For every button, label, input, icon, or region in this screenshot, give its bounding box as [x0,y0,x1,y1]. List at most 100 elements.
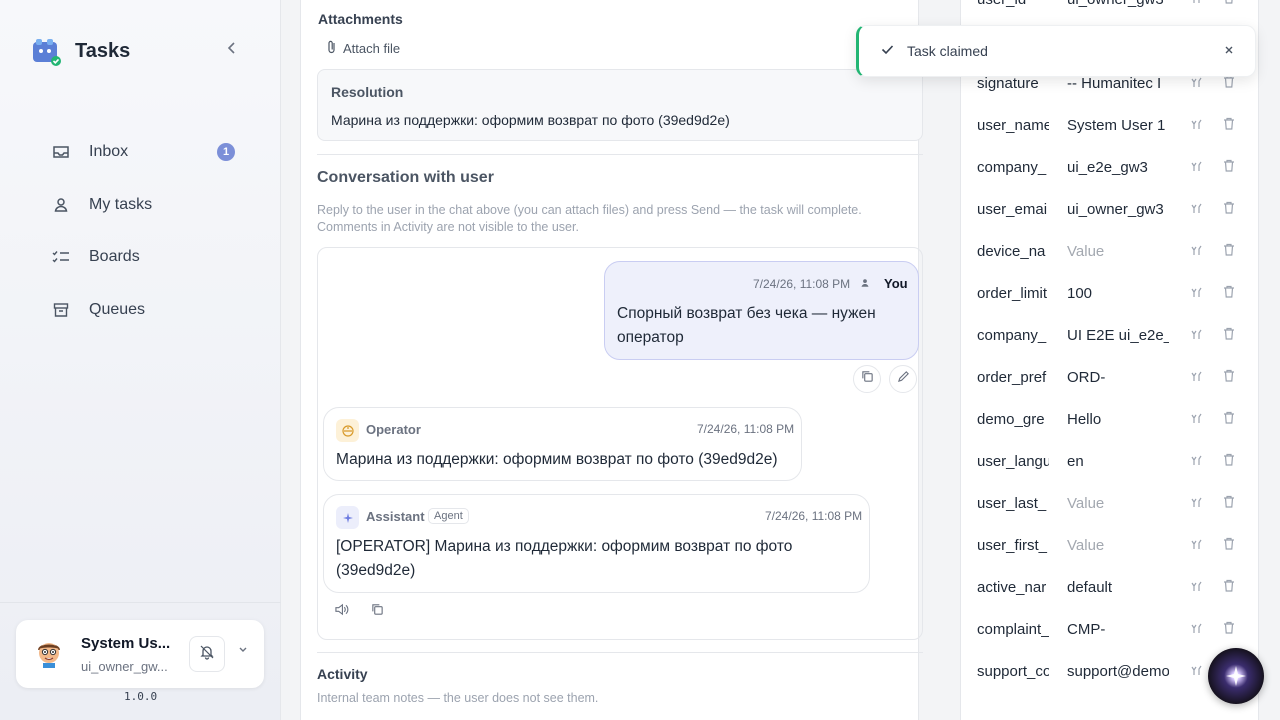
pin-icon[interactable] [1191,118,1203,133]
sidebar-item-label: Queues [89,300,146,318]
user-card[interactable]: System Us... ui_owner_gw... [16,620,264,688]
variable-value[interactable]: Value [1067,243,1169,260]
variable-key[interactable]: order_pref [977,369,1049,386]
variable-key[interactable]: complaint_ [977,621,1049,638]
pin-icon[interactable] [1191,76,1203,91]
edit-message-button[interactable] [889,365,917,393]
variable-key[interactable]: user_emai [977,201,1049,218]
user-name: System Us... [81,635,171,652]
trash-icon[interactable] [1223,201,1235,217]
variable-row: active_nar default [961,567,1258,609]
chevron-down-icon[interactable] [238,646,248,657]
brand[interactable]: Tasks [32,36,130,66]
variable-key[interactable]: user_last_ [977,495,1049,512]
pin-icon[interactable] [1191,454,1203,469]
message-sender: Operator [366,422,421,437]
activity-subtitle: Internal team notes — the user does not … [317,691,599,705]
trash-icon[interactable] [1223,411,1235,427]
variable-value[interactable]: Hello [1067,411,1169,428]
attach-file-button[interactable]: Attach file [327,40,400,57]
pin-icon[interactable] [1191,370,1203,385]
pin-icon[interactable] [1191,538,1203,553]
variable-key[interactable]: user_langu [977,453,1049,470]
pin-icon[interactable] [1191,0,1203,7]
trash-icon[interactable] [1223,453,1235,469]
sidebar-item-inbox[interactable]: Inbox 1 [40,126,260,179]
variable-key[interactable]: signature [977,75,1049,92]
sidebar-item-boards[interactable]: Boards [40,231,260,284]
message-operator: Operator 7/24/26, 11:08 PM Марина из под… [323,407,802,481]
trash-icon[interactable] [1223,285,1235,301]
variable-value[interactable]: ORD- [1067,369,1169,386]
variable-value[interactable]: ui_owner_gw3 [1067,201,1169,218]
message-assistant: Assistant Agent 7/24/26, 11:08 PM [OPERA… [323,494,870,593]
variable-value[interactable]: ui_owner_gw3 [1067,0,1169,8]
variable-value[interactable]: CMP- [1067,621,1169,638]
variable-value[interactable]: 100 [1067,285,1169,302]
sidebar-item-my-tasks[interactable]: My tasks [40,179,260,232]
pin-icon[interactable] [1191,496,1203,511]
bell-icon [199,644,215,665]
speak-message-button[interactable] [327,598,355,626]
variable-key[interactable]: device_na [977,243,1049,260]
trash-icon[interactable] [1223,159,1235,175]
pin-icon[interactable] [1191,328,1203,343]
pin-icon[interactable] [1191,412,1203,427]
variable-key[interactable]: company_ [977,159,1049,176]
variable-value[interactable]: -- Humanitec I [1067,75,1169,92]
trash-icon[interactable] [1223,75,1235,91]
variable-value[interactable]: UI E2E ui_e2e_ [1067,327,1169,344]
variable-value[interactable]: Value [1067,495,1169,512]
pin-icon[interactable] [1191,664,1203,679]
trash-icon[interactable] [1223,327,1235,343]
copy-message-button[interactable] [853,365,881,393]
variable-key[interactable]: active_nar [977,579,1049,596]
notifications-button[interactable] [189,636,225,672]
pin-icon[interactable] [1191,202,1203,217]
variable-row: user_id ui_owner_gw3 [961,0,1258,21]
variable-row: device_na Value [961,231,1258,273]
variable-value[interactable]: support@demo [1067,663,1169,680]
sidebar-item-queues[interactable]: Queues [40,284,260,337]
sidebar-item-label: Inbox [89,143,129,161]
variable-value[interactable]: Value [1067,537,1169,554]
message-sender: Assistant [366,509,425,524]
variable-value[interactable]: System User 1 [1067,117,1169,134]
variable-key[interactable]: demo_gre [977,411,1049,428]
trash-icon[interactable] [1223,243,1235,259]
variable-key[interactable]: company_ [977,327,1049,344]
pin-icon[interactable] [1191,580,1203,595]
archive-icon [52,301,70,319]
trash-icon[interactable] [1223,621,1235,637]
pin-icon[interactable] [1191,160,1203,175]
trash-icon[interactable] [1223,495,1235,511]
message-text: Марина из поддержки: оформим возврат по … [336,451,778,468]
variable-row: company_ ui_e2e_gw3 [961,147,1258,189]
message-you: 7/24/26, 11:08 PM You Спорный возврат бе… [604,261,919,360]
variable-value[interactable]: ui_e2e_gw3 [1067,159,1169,176]
variable-key[interactable]: user_first_ [977,537,1049,554]
variables-list: user_idui_owner_gw3device_idValuesignatu… [960,0,1259,720]
close-icon[interactable] [1224,42,1234,58]
trash-icon[interactable] [1223,369,1235,385]
assistant-orb-button[interactable] [1208,648,1264,704]
pin-icon[interactable] [1191,244,1203,259]
variable-key[interactable]: support_co [977,663,1049,680]
copy-message-button[interactable] [363,598,391,626]
chat-thread[interactable]: 7/24/26, 11:08 PM You Спорный возврат бе… [317,247,923,640]
chevron-left-icon[interactable] [226,40,242,60]
trash-icon[interactable] [1223,117,1235,133]
trash-icon[interactable] [1223,537,1235,553]
variable-key[interactable]: order_limit [977,285,1049,302]
pin-icon[interactable] [1191,286,1203,301]
sidebar-nav: Inbox 1 My tasks Boards Queues [40,126,260,336]
variable-value[interactable]: default [1067,579,1169,596]
toast-notification: Task claimed [856,25,1256,77]
pin-icon[interactable] [1191,622,1203,637]
message-sender: You [884,276,908,291]
trash-icon[interactable] [1223,579,1235,595]
variable-value[interactable]: en [1067,453,1169,470]
variable-key[interactable]: user_name [977,117,1049,134]
trash-icon[interactable] [1223,0,1235,7]
variable-key[interactable]: user_id [977,0,1049,8]
